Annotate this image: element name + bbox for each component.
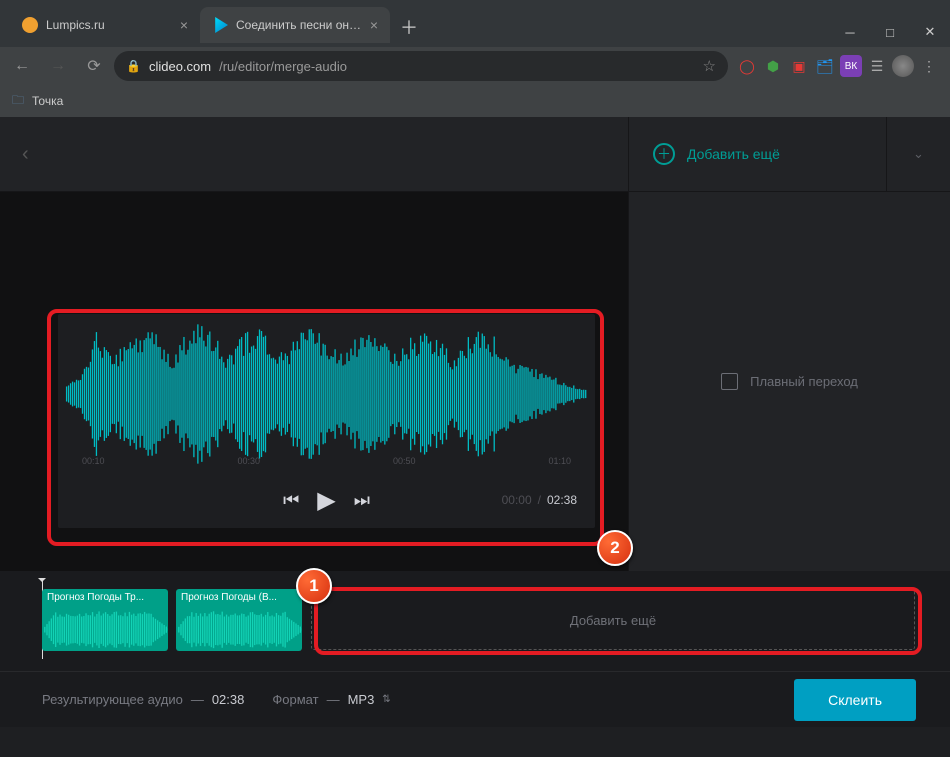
ruler-tick: 01:10 bbox=[548, 456, 571, 472]
menu-icon[interactable]: ⋮ bbox=[918, 55, 940, 77]
result-audio-info: Результирующее аудио — 02:38 bbox=[42, 692, 244, 707]
url-domain: clideo.com bbox=[149, 59, 211, 74]
minimize-button[interactable]: ─ bbox=[830, 17, 870, 47]
add-more-label: Добавить ещё bbox=[687, 146, 780, 162]
ruler-tick: 00:50 bbox=[393, 456, 416, 472]
browser-tab[interactable]: Lumpics.ru × bbox=[10, 7, 200, 43]
app-header-left: ‹ bbox=[0, 117, 628, 192]
time-ruler: 00:10 00:30 00:50 01:10 bbox=[58, 456, 595, 472]
browser-tabs: Lumpics.ru × Соединить песни онлайн — Со… bbox=[10, 7, 428, 47]
clip-label: Прогноз Погоды Тр... bbox=[47, 592, 144, 603]
crossfade-option[interactable]: Плавный переход bbox=[721, 373, 858, 390]
app-header-right: ＋ Добавить ещё ⌄ bbox=[628, 117, 950, 192]
bookmarks-bar: 🗀 Точка bbox=[0, 85, 950, 117]
waveform-graphic[interactable] bbox=[58, 314, 595, 474]
audio-clip[interactable]: Прогноз Погоды Тр... bbox=[42, 589, 168, 651]
app-viewport: ‹ ＋ Добавить ещё ⌄ 2 00:10 00:30 00:50 0… bbox=[0, 117, 950, 727]
annotation-badge-1: 1 bbox=[296, 568, 332, 604]
browser-toolbar: ← → ⟳ 🔒 clideo.com/ru/editor/merge-audio… bbox=[0, 47, 950, 85]
url-path: /ru/editor/merge-audio bbox=[219, 59, 347, 74]
timeline: 1 Прогноз Погоды Тр... Прогноз Погоды (В… bbox=[0, 571, 950, 671]
time-current: 00:00 bbox=[502, 493, 532, 507]
main-preview-area: 2 00:10 00:30 00:50 01:10 ⏮ ▶ ⏭ bbox=[0, 192, 628, 571]
merge-button[interactable]: Склеить bbox=[794, 679, 916, 721]
bottom-bar: Результирующее аудио — 02:38 Формат — MP… bbox=[0, 671, 950, 727]
select-arrows-icon: ⇅ bbox=[382, 694, 390, 705]
time-total: 02:38 bbox=[547, 493, 577, 507]
extension-icon[interactable]: ◯ bbox=[736, 55, 758, 77]
extension-icon[interactable]: ВК bbox=[840, 55, 862, 77]
maximize-button[interactable]: □ bbox=[870, 17, 910, 47]
add-more-dropdown-toggle[interactable]: ⌄ bbox=[886, 117, 950, 192]
window-controls: ─ □ ✕ bbox=[830, 17, 950, 47]
ruler-tick: 00:10 bbox=[82, 456, 105, 472]
add-more-button[interactable]: ＋ Добавить ещё bbox=[629, 143, 886, 165]
nav-back-button[interactable]: ← bbox=[6, 50, 38, 82]
format-selector[interactable]: Формат — MP3 ⇅ bbox=[272, 692, 390, 707]
skip-next-icon[interactable]: ⏭ bbox=[354, 490, 370, 511]
close-tab-icon[interactable]: × bbox=[180, 18, 188, 32]
result-duration: 02:38 bbox=[212, 692, 245, 707]
extension-icon[interactable]: ▣ bbox=[788, 55, 810, 77]
extension-icon[interactable]: ⬢ bbox=[762, 55, 784, 77]
address-bar[interactable]: 🔒 clideo.com/ru/editor/merge-audio ☆ bbox=[114, 51, 728, 81]
close-window-button[interactable]: ✕ bbox=[910, 17, 950, 47]
new-tab-button[interactable]: ＋ bbox=[390, 7, 428, 47]
tab-title: Lumpics.ru bbox=[46, 19, 105, 31]
player-controls: ⏮ ▶ ⏭ 00:00 / 02:38 bbox=[58, 472, 595, 528]
merge-button-label: Склеить bbox=[828, 692, 882, 708]
reload-button[interactable]: ⟳ bbox=[78, 50, 110, 82]
ruler-tick: 00:30 bbox=[237, 456, 260, 472]
skip-prev-icon[interactable]: ⏮ bbox=[283, 490, 299, 511]
back-chevron-icon[interactable]: ‹ bbox=[22, 143, 29, 166]
result-label: Результирующее аудио bbox=[42, 692, 183, 707]
extension-icon[interactable]: 🗂 bbox=[814, 55, 836, 77]
os-taskbar bbox=[0, 727, 950, 757]
time-display: 00:00 / 02:38 bbox=[502, 493, 577, 507]
plus-circle-icon: ＋ bbox=[653, 143, 675, 165]
format-value: MP3 bbox=[348, 692, 375, 707]
waveform-panel: 00:10 00:30 00:50 01:10 ⏮ ▶ ⏭ 00:00 / 02… bbox=[58, 314, 595, 528]
play-icon[interactable]: ▶ bbox=[317, 486, 335, 515]
checkbox-icon[interactable] bbox=[721, 373, 738, 390]
window-titlebar: Lumpics.ru × Соединить песни онлайн — Со… bbox=[0, 0, 950, 47]
favicon-lumpics bbox=[22, 17, 38, 33]
bookmark-item[interactable]: Точка bbox=[32, 94, 63, 108]
options-sidebar: Плавный переход bbox=[628, 192, 950, 571]
clip-label: Прогноз Погоды (В... bbox=[181, 592, 277, 603]
close-tab-icon[interactable]: × bbox=[370, 18, 378, 32]
folder-icon: 🗀 bbox=[12, 91, 24, 112]
reading-list-icon[interactable]: ☰ bbox=[866, 55, 888, 77]
browser-tab-active[interactable]: Соединить песни онлайн — Со × bbox=[200, 7, 390, 43]
nav-forward-button[interactable]: → bbox=[42, 50, 74, 82]
annotation-badge-2: 2 bbox=[597, 530, 633, 566]
format-label: Формат bbox=[272, 692, 318, 707]
add-more-dropzone[interactable]: Добавить ещё bbox=[310, 589, 916, 651]
favicon-clideo bbox=[212, 17, 228, 33]
tab-title: Соединить песни онлайн — Со bbox=[236, 19, 362, 31]
profile-avatar[interactable] bbox=[892, 55, 914, 77]
extension-row: ◯ ⬢ ▣ 🗂 ВК ☰ ⋮ bbox=[732, 55, 944, 77]
bookmark-star-icon[interactable]: ☆ bbox=[703, 57, 716, 75]
crossfade-label: Плавный переход bbox=[750, 374, 858, 389]
audio-clip[interactable]: Прогноз Погоды (В... bbox=[176, 589, 302, 651]
lock-icon: 🔒 bbox=[126, 59, 141, 73]
